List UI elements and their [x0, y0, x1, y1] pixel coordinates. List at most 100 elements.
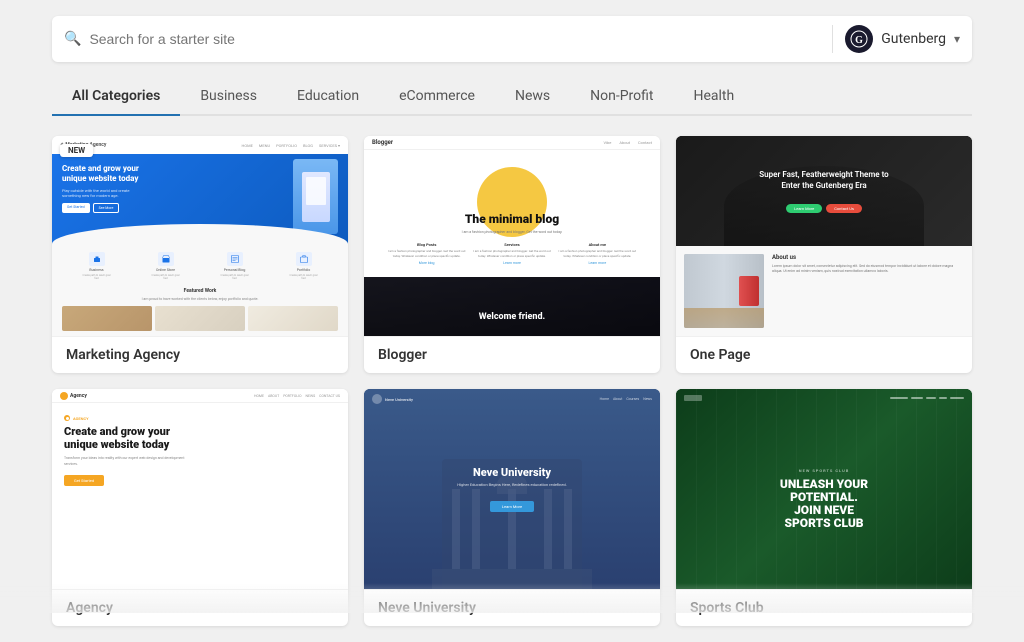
about-us-text: Lorem ipsum dolor sit amet, consectetur …: [772, 264, 964, 275]
tab-all-categories[interactable]: All Categories: [52, 78, 180, 116]
store-icon-box: [158, 252, 174, 266]
icon-label-business: Business: [89, 268, 103, 272]
template-preview-agency: Agency HOME ABOUT PORTFOLIO NEWS CONTACT…: [52, 389, 348, 589]
blogger-yellow-circle: [477, 167, 547, 237]
template-name-agency: Agency: [66, 600, 113, 616]
template-card-footer-marketing: Marketing Agency: [52, 336, 348, 373]
sports-nav-link-1: [890, 397, 908, 400]
blogger-main-title: The minimal blog: [376, 212, 648, 226]
featured-work-sub: I am proud to have worked with the clien…: [62, 297, 338, 301]
template-preview-onepage: Super Fast, Featherweight Theme to Enter…: [676, 136, 972, 336]
template-card-footer-agency: Agency: [52, 589, 348, 626]
mini-header-agency: Agency HOME ABOUT PORTFOLIO NEWS CONTACT…: [52, 389, 348, 403]
agency-logo: Agency: [60, 392, 87, 400]
template-card-agency[interactable]: Agency HOME ABOUT PORTFOLIO NEWS CONTACT…: [52, 389, 348, 626]
light-img-inner: [684, 254, 764, 328]
portfolio-icon-box: [296, 252, 312, 266]
mini-icons-marketing: Business Create path to reach goal fast …: [52, 244, 348, 284]
template-preview-university: Neve University Home About Courses News …: [364, 389, 660, 589]
sports-content: NEW SPORTS CLUB UNLEASH YOURPOTENTIAL.JO…: [770, 448, 878, 531]
icon-item-portfolio: Portfolio Create path to reach goal fast: [289, 252, 319, 280]
search-left: 🔍: [64, 31, 832, 47]
icon-item-blog: Personal Blog Create path to reach goal …: [220, 252, 250, 280]
template-card-footer-onepage: One Page: [676, 336, 972, 373]
uni-nav: Neve University Home About Courses News: [364, 394, 660, 404]
blog-bottom-img: Welcome friend.: [364, 277, 660, 336]
blog-col-text-2: I am a fashion photographer and blogger.…: [471, 249, 552, 257]
template-card-one-page[interactable]: Super Fast, Featherweight Theme to Enter…: [676, 136, 972, 373]
icon-item-business: Business Create path to reach goal fast: [82, 252, 112, 280]
sports-nav-link-5: [950, 397, 964, 400]
blog-col-2: Services I am a fashion photographer and…: [471, 242, 552, 264]
templates-grid: NEW ✦ Marketing Agency HOME MENU PORTFOL…: [52, 136, 972, 626]
agency-logo-text: Agency: [70, 393, 87, 399]
blog-welcome-text: Welcome friend.: [479, 312, 545, 322]
sports-nav-link-3: [926, 397, 936, 400]
tab-health[interactable]: Health: [673, 78, 754, 116]
hero-btn-red: Contact Us: [826, 204, 862, 213]
blog-col-title-1: Blog Posts: [386, 242, 467, 247]
icon-label-portfolio: Portfolio: [297, 268, 311, 272]
blog-col-title-3: About me: [557, 242, 638, 247]
uni-title: Neve University: [457, 466, 567, 479]
blog-col-1: Blog Posts I am a fashion photographer a…: [386, 242, 467, 264]
tab-education[interactable]: Education: [277, 78, 379, 116]
template-name-marketing: Marketing Agency: [66, 347, 180, 363]
template-name-sports: Sports Club: [690, 600, 764, 616]
category-tabs: All Categories Business Education eComme…: [52, 78, 972, 116]
blog-columns: Blog Posts I am a fashion photographer a…: [376, 242, 648, 264]
agency-logo-icon: [60, 392, 68, 400]
blogger-top: The minimal blog I am a fashion photogra…: [364, 150, 660, 277]
template-card-footer-sports: Sports Club: [676, 589, 972, 626]
tab-nonprofit[interactable]: Non-Profit: [570, 78, 673, 116]
light-text-section: About us Lorem ipsum dolor sit amet, con…: [772, 254, 964, 328]
dark-hero-section: Super Fast, Featherweight Theme to Enter…: [676, 136, 972, 246]
tab-news[interactable]: News: [495, 78, 570, 116]
uni-logo: Neve University: [372, 394, 413, 404]
search-input[interactable]: [89, 31, 832, 47]
uni-hero: Neve University Home About Courses News …: [364, 389, 660, 589]
template-name-onepage: One Page: [690, 347, 750, 363]
template-card-sports-club[interactable]: NEW SPORTS CLUB UNLEASH YOURPOTENTIAL.JO…: [676, 389, 972, 626]
agency-icon: [64, 415, 70, 421]
hero-image-marketing: [293, 159, 338, 234]
gutenberg-selector[interactable]: G Gutenberg ▾: [832, 25, 960, 53]
sports-title: UNLEASH YOURPOTENTIAL.JOIN NEVESPORTS CL…: [780, 478, 868, 531]
template-card-neve-university[interactable]: Neve University Home About Courses News …: [364, 389, 660, 626]
agency-hero: AGENCY Create and grow your unique websi…: [52, 403, 348, 573]
sports-nav-logo: [684, 395, 702, 401]
tab-ecommerce[interactable]: eCommerce: [379, 78, 495, 116]
light-section-onepage: About us Lorem ipsum dolor sit amet, con…: [676, 246, 972, 336]
template-card-marketing-agency[interactable]: NEW ✦ Marketing Agency HOME MENU PORTFOL…: [52, 136, 348, 373]
hero-buttons-marketing: Get Started See More: [62, 203, 142, 213]
mini-header-blogger: Blogger Vibe About Contact: [364, 136, 660, 150]
blog-icon-box: [227, 252, 243, 266]
hero-btn-green: Learn More: [786, 204, 822, 213]
template-name-university: Neve University: [378, 600, 476, 616]
template-card-footer-blogger: Blogger: [364, 336, 660, 373]
gutenberg-label: Gutenberg: [881, 31, 946, 47]
search-icon: 🔍: [64, 31, 81, 47]
sports-nav: [676, 395, 972, 401]
sports-hero: NEW SPORTS CLUB UNLEASH YOURPOTENTIAL.JO…: [676, 389, 972, 589]
featured-work-section: Featured Work I am proud to have worked …: [52, 284, 348, 335]
chevron-down-icon: ▾: [954, 32, 960, 46]
blog-col-3: About me I am a fashion photographer and…: [557, 242, 638, 264]
page-wrapper: 🔍 G Gutenberg ▾ All Categories Business …: [0, 0, 1024, 642]
template-preview-marketing: NEW ✦ Marketing Agency HOME MENU PORTFOL…: [52, 136, 348, 336]
tab-business[interactable]: Business: [180, 78, 277, 116]
uni-content: Neve University Higher Education Begins …: [457, 466, 567, 512]
sports-eyebrow: NEW SPORTS CLUB: [780, 468, 868, 473]
feat-img-3: [248, 306, 338, 331]
hero-title-marketing: Create and grow your unique website toda…: [62, 164, 142, 185]
gutenberg-logo-icon: G: [845, 25, 873, 53]
agency-label: AGENCY: [64, 415, 336, 421]
uni-subtitle: Higher Education Begins Here, Redefines …: [457, 482, 567, 487]
svg-text:G: G: [855, 35, 863, 46]
template-card-blogger[interactable]: Blogger Vibe About Contact The minimal b…: [364, 136, 660, 373]
template-name-blogger: Blogger: [378, 347, 427, 363]
sports-nav-links: [890, 397, 964, 400]
hero-btn-secondary: See More: [93, 203, 120, 213]
business-icon-box: [89, 252, 105, 266]
icon-label-store: Online Store: [156, 268, 175, 272]
